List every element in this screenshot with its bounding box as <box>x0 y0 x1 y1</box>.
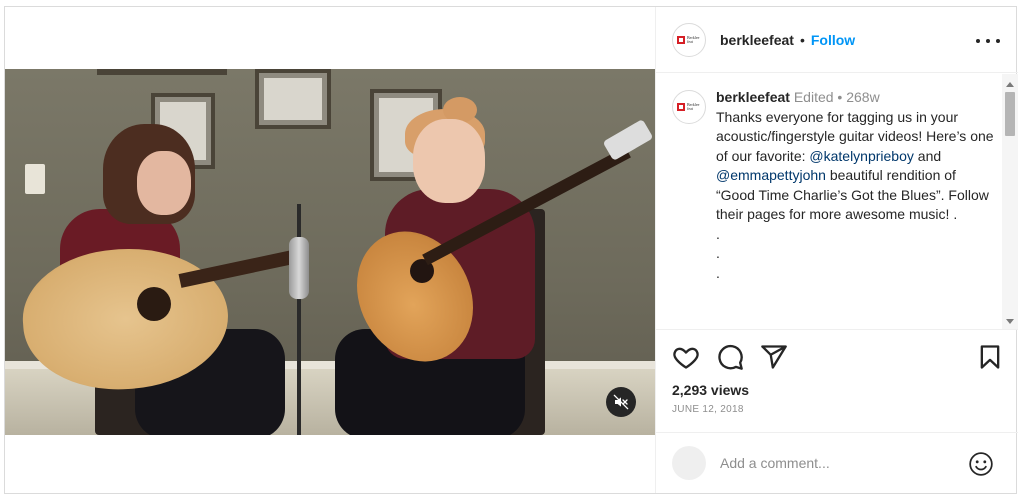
caption: berkleefeat Edited • 268w Thanks everyon… <box>716 88 994 283</box>
separator-dot: • <box>799 31 805 48</box>
comment-section <box>656 432 1018 493</box>
post-header: Berklee feat berkleefeat • Follow <box>656 7 1018 73</box>
player-one-face <box>137 151 191 215</box>
caption-scroll-area[interactable]: Berklee feat berkleefeat Edited • 268w Th… <box>656 74 1018 330</box>
post-details-panel: Berklee feat berkleefeat • Follow Berklee… <box>655 7 1018 493</box>
wall-picture-frame <box>255 69 331 129</box>
post-card: Berklee feat berkleefeat • Follow Berklee… <box>4 6 1018 494</box>
view-count[interactable]: 2,293 views <box>672 382 749 398</box>
video-player[interactable] <box>5 69 655 435</box>
caption-dot-line: . <box>716 225 720 242</box>
scroll-thumb[interactable] <box>1005 92 1015 136</box>
current-user-avatar <box>672 446 706 480</box>
guitar-one-soundhole <box>137 287 171 321</box>
caption-text: and <box>913 147 942 164</box>
post-age[interactable]: 268w <box>846 89 879 105</box>
comment-icon[interactable] <box>716 343 744 371</box>
scrollbar[interactable] <box>1002 74 1018 329</box>
mention-link[interactable]: @katelynprieboy <box>809 148 914 164</box>
media-area <box>5 7 655 493</box>
scroll-up-arrow[interactable] <box>1006 82 1014 87</box>
caption-avatar[interactable]: Berklee feat <box>672 90 706 124</box>
header-username[interactable]: berkleefeat <box>720 32 794 48</box>
more-options-icon[interactable] <box>976 31 1000 51</box>
avatar[interactable]: Berklee feat <box>672 22 706 57</box>
player-two-face <box>413 119 485 203</box>
heart-icon[interactable] <box>672 343 700 371</box>
post-date: JUNE 12, 2018 <box>672 404 744 415</box>
mention-link[interactable]: @emmapettyjohn <box>716 167 826 183</box>
bookmark-icon[interactable] <box>976 343 1004 371</box>
light-switch <box>25 164 45 194</box>
caption-dot-line: . <box>716 264 720 281</box>
berklee-logo: Berklee feat <box>677 102 701 112</box>
caption-dot-line: . <box>716 245 720 261</box>
wall-picture-frame <box>97 69 227 75</box>
separator-dot: • <box>837 89 843 105</box>
muted-speaker-icon <box>613 394 629 410</box>
comment-input[interactable] <box>720 455 950 471</box>
send-icon[interactable] <box>760 343 788 371</box>
microphone <box>289 237 309 299</box>
edited-label: Edited <box>793 89 834 105</box>
emoji-icon[interactable] <box>968 451 994 477</box>
scroll-down-arrow[interactable] <box>1006 319 1014 324</box>
mute-button[interactable] <box>606 387 636 417</box>
berklee-logo: Berklee feat <box>677 35 701 45</box>
action-bar <box>656 343 1018 377</box>
caption-username[interactable]: berkleefeat <box>716 89 790 105</box>
follow-button[interactable]: Follow <box>811 32 855 48</box>
